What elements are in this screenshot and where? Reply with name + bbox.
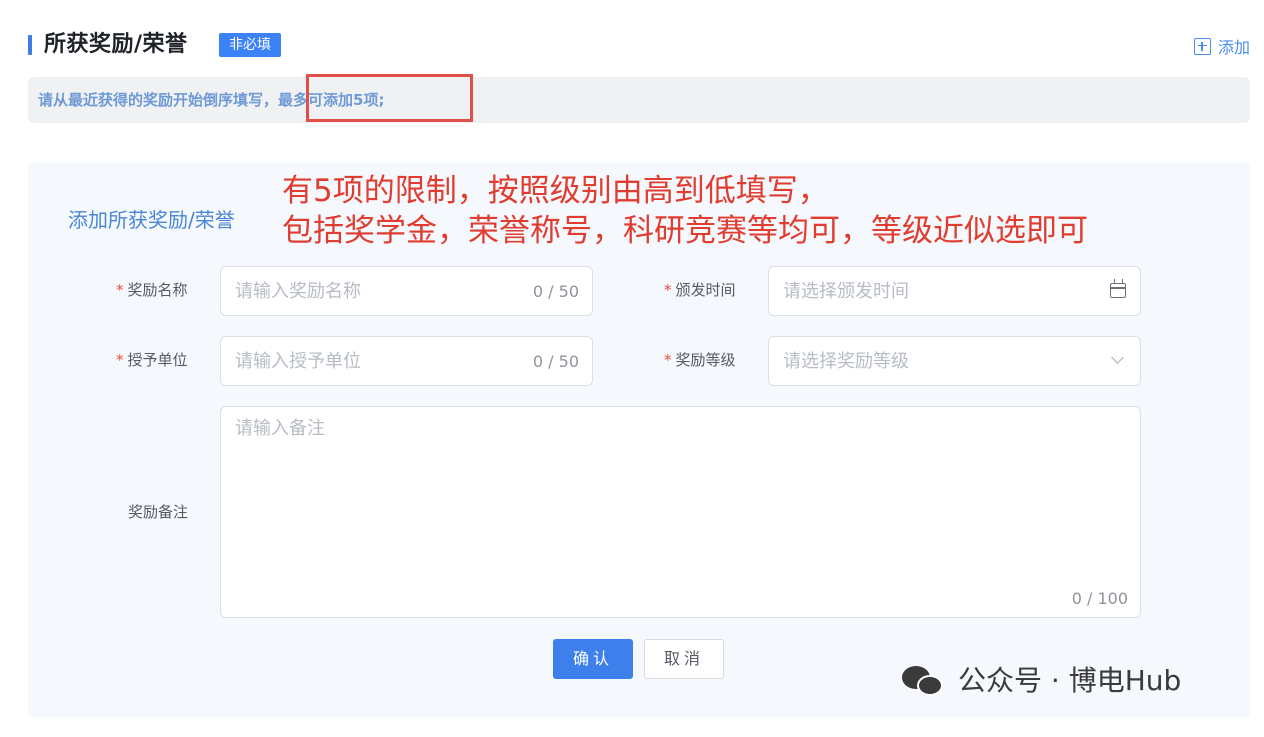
section-title: 所获奖励/荣誉 bbox=[44, 32, 188, 57]
add-award-panel: 添加所获奖励/荣誉 有5项的限制，按照级别由高到低填写， 包括奖学金，荣誉称号，… bbox=[28, 162, 1250, 717]
wechat-icon bbox=[902, 664, 946, 698]
award-level-placeholder: 请选择奖励等级 bbox=[783, 351, 909, 372]
award-name-label: * 奖励名称 bbox=[116, 281, 188, 299]
add-award-label: 添加 bbox=[1217, 38, 1250, 57]
award-level-select[interactable]: 请选择奖励等级 bbox=[768, 336, 1141, 386]
issuer-label: * 授予单位 bbox=[116, 351, 188, 369]
notice-bar: 请从最近获得的奖励开始倒序填写，最多可添加5项; bbox=[28, 74, 1250, 123]
title-accent-bar bbox=[28, 35, 32, 55]
issuer-placeholder: 请输入授予单位 bbox=[235, 351, 361, 372]
annotation-line-1: 有5项的限制，按照级别由高到低填写， bbox=[282, 173, 829, 209]
remarks-label: 奖励备注 bbox=[128, 503, 189, 521]
calendar-icon bbox=[1110, 279, 1126, 298]
issuer-count: 0 / 50 bbox=[532, 352, 579, 371]
required-mark: * bbox=[664, 281, 672, 299]
issue-date-placeholder: 请选择颁发时间 bbox=[783, 281, 909, 302]
chevron-down-icon bbox=[1111, 351, 1124, 364]
award-name-count: 0 / 50 bbox=[532, 282, 579, 301]
add-award-button[interactable]: 添加 bbox=[1193, 34, 1250, 58]
watermark: 公众号 · 博电Hub bbox=[902, 661, 1181, 701]
optional-badge: 非必填 bbox=[219, 33, 281, 57]
award-level-label: * 奖励等级 bbox=[664, 351, 736, 369]
issue-date-label: * 颁发时间 bbox=[664, 281, 736, 299]
required-mark: * bbox=[116, 281, 124, 299]
required-mark: * bbox=[116, 351, 124, 369]
award-name-input[interactable]: 请输入奖励名称 0 / 50 bbox=[220, 266, 593, 316]
issue-date-picker[interactable]: 请选择颁发时间 bbox=[768, 266, 1141, 316]
plus-square-icon bbox=[1193, 37, 1211, 55]
remarks-count: 0 / 100 bbox=[1071, 589, 1128, 608]
required-mark: * bbox=[664, 351, 672, 369]
watermark-text: 公众号 · 博电Hub bbox=[958, 664, 1182, 697]
remarks-placeholder: 请输入备注 bbox=[235, 418, 325, 439]
panel-title: 添加所获奖励/荣誉 bbox=[68, 208, 235, 232]
cancel-button[interactable]: 取消 bbox=[644, 639, 724, 679]
annotation-text: 有5项的限制，按照级别由高到低填写， 包括奖学金，荣誉称号，科研竞赛等均可，等级… bbox=[282, 171, 1088, 251]
award-name-placeholder: 请输入奖励名称 bbox=[235, 281, 361, 302]
remarks-textarea[interactable]: 请输入备注 0 / 100 bbox=[220, 406, 1141, 618]
issuer-input[interactable]: 请输入授予单位 0 / 50 bbox=[220, 336, 593, 386]
section-header: 所获奖励/荣誉 非必填 添加 bbox=[28, 30, 1250, 62]
annotation-line-2: 包括奖学金，荣誉称号，科研竞赛等均可，等级近似选即可 bbox=[282, 213, 1088, 249]
confirm-button[interactable]: 确认 bbox=[553, 639, 633, 679]
notice-text: 请从最近获得的奖励开始倒序填写，最多可添加5项; bbox=[38, 91, 385, 109]
